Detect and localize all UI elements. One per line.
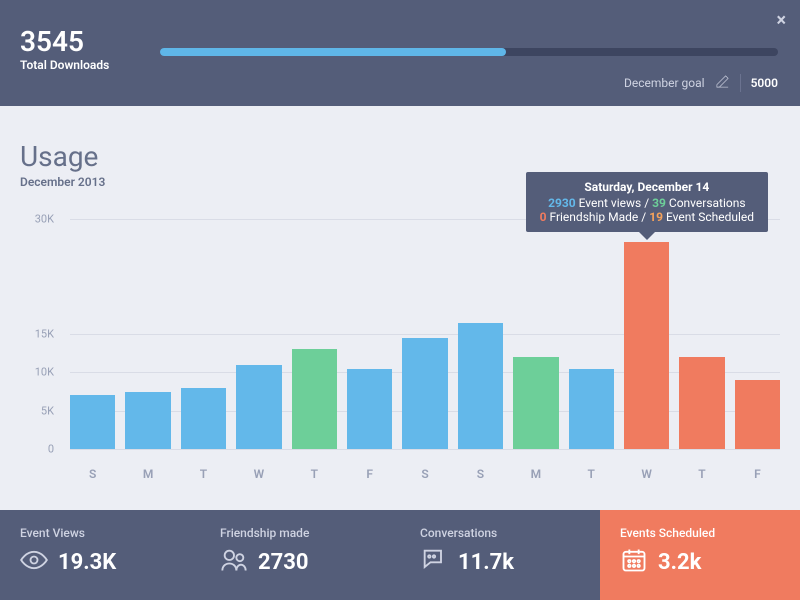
- edit-goal-icon[interactable]: [715, 74, 730, 92]
- separator: [740, 74, 741, 92]
- stat-value: 11.7k: [458, 550, 514, 575]
- chart-bar[interactable]: [181, 388, 226, 449]
- y-axis: 05K10K15K30K: [20, 219, 60, 449]
- x-tick: M: [513, 459, 558, 489]
- tooltip-line-2: 0 Friendship Made / 19 Event Scheduled: [540, 210, 754, 224]
- x-tick: S: [70, 459, 115, 489]
- eye-icon: [20, 546, 48, 578]
- chart-bar[interactable]: [70, 395, 115, 449]
- stats-footer: Event Views 19.3K Friendship made 2730 Conve…: [0, 510, 800, 600]
- stat-card-eye[interactable]: Event Views 19.3K: [0, 510, 200, 600]
- x-tick: W: [624, 459, 669, 489]
- stat-label: Events Scheduled: [620, 526, 780, 540]
- stat-value: 3.2k: [658, 550, 701, 575]
- stat-card-people[interactable]: Friendship made 2730: [200, 510, 400, 600]
- x-tick: F: [347, 459, 392, 489]
- x-tick: S: [458, 459, 503, 489]
- chart-bar[interactable]: [735, 380, 780, 449]
- chart-bar[interactable]: [125, 392, 170, 450]
- stat-card-calendar[interactable]: Events Scheduled 3.2k: [600, 510, 800, 600]
- chart-bar[interactable]: [236, 365, 281, 449]
- y-tick: 5K: [41, 404, 54, 417]
- tooltip-date: Saturday, December 14: [540, 180, 754, 194]
- people-icon: [220, 546, 248, 578]
- tooltip-friendship: 0: [540, 210, 547, 224]
- stat-label: Friendship made: [220, 526, 380, 540]
- stat-label: Event Views: [20, 526, 180, 540]
- stat-value: 19.3K: [58, 550, 116, 575]
- x-tick: F: [735, 459, 780, 489]
- chart-bar[interactable]: [402, 338, 447, 449]
- chart-bar[interactable]: [569, 369, 614, 450]
- goal-label: December goal: [624, 76, 705, 90]
- y-tick: 0: [48, 443, 54, 456]
- stat-label: Conversations: [420, 526, 580, 540]
- progress-bar: [160, 48, 778, 56]
- chart-bars: [70, 219, 780, 449]
- chart-bar[interactable]: [624, 242, 669, 449]
- stat-card-chat[interactable]: Conversations 11.7k: [400, 510, 600, 600]
- x-tick: T: [569, 459, 614, 489]
- chart-bar[interactable]: [347, 369, 392, 450]
- chart-tooltip: Saturday, December 14 2930 Event views /…: [526, 172, 768, 232]
- calendar-icon: [620, 546, 648, 578]
- progress-fill: [160, 48, 506, 56]
- chart-bar[interactable]: [292, 349, 337, 449]
- usage-title: Usage: [20, 140, 780, 173]
- close-icon[interactable]: ×: [776, 10, 786, 31]
- tooltip-line-1: 2930 Event views / 39 Conversations: [540, 196, 754, 210]
- x-tick: T: [181, 459, 226, 489]
- header: × 3545 Total Downloads December goal 500…: [0, 0, 800, 106]
- goal-value: 5000: [751, 76, 778, 90]
- x-tick: T: [679, 459, 724, 489]
- y-tick: 30K: [35, 213, 54, 226]
- x-tick: T: [292, 459, 337, 489]
- tooltip-scheduled: 19: [649, 210, 663, 224]
- chart-bar[interactable]: [513, 357, 558, 449]
- grid-line: [70, 449, 780, 450]
- tooltip-event-views: 2930: [548, 196, 576, 210]
- usage-chart: 05K10K15K30K SMTWTFSSMTWTF Saturday, Dec…: [20, 219, 780, 489]
- y-tick: 10K: [35, 366, 54, 379]
- downloads-label: Total Downloads: [20, 58, 780, 72]
- tooltip-conversations: 39: [652, 196, 666, 210]
- y-tick: 15K: [35, 328, 54, 341]
- chat-icon: [420, 546, 448, 578]
- chart-bar[interactable]: [458, 323, 503, 450]
- x-tick: W: [236, 459, 281, 489]
- x-tick: M: [125, 459, 170, 489]
- stat-value: 2730: [258, 550, 309, 575]
- x-tick: S: [402, 459, 447, 489]
- goal-row: December goal 5000: [624, 74, 778, 92]
- chart-bar[interactable]: [679, 357, 724, 449]
- x-axis: SMTWTFSSMTWTF: [70, 459, 780, 489]
